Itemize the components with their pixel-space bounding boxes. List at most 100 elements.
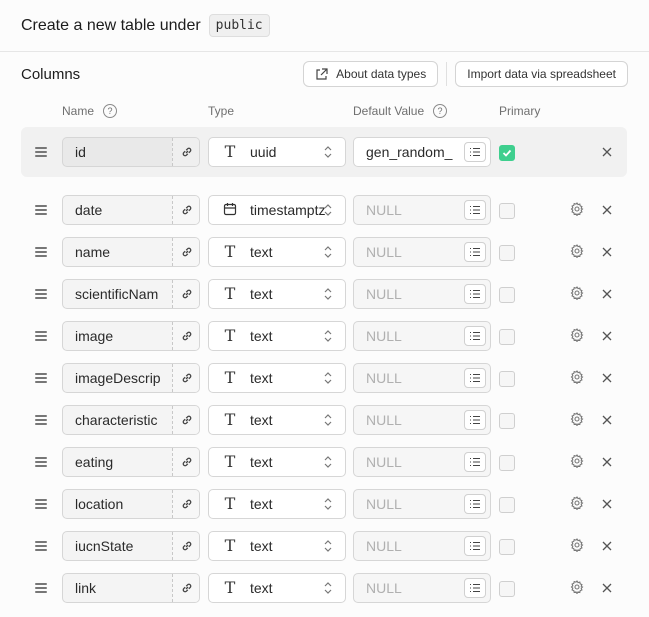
default-value-input[interactable]: NULL [366,238,454,266]
default-suggestions-list-icon[interactable] [464,284,486,304]
foreign-key-link-icon[interactable] [172,490,199,518]
column-type-select[interactable]: Ttext [208,489,346,519]
column-name-field[interactable]: date [62,195,200,225]
default-value-field[interactable]: NULL [353,195,491,225]
column-type-select[interactable]: Ttext [208,363,346,393]
default-value-field[interactable]: NULL [353,405,491,435]
default-help-icon[interactable]: ? [433,104,447,118]
drag-handle-icon[interactable] [35,147,47,157]
gear-icon[interactable] [570,286,584,301]
default-suggestions-list-icon[interactable] [464,242,486,262]
default-value-field[interactable]: NULL [353,237,491,267]
default-value-field[interactable]: NULL [353,447,491,477]
default-value-input[interactable]: gen_random_ [366,138,454,166]
gear-icon[interactable] [570,580,584,595]
default-value-input[interactable]: NULL [366,196,454,224]
default-suggestions-list-icon[interactable] [464,368,486,388]
default-value-input[interactable]: NULL [366,448,454,476]
column-type-select[interactable]: Ttext [208,573,346,603]
default-value-field[interactable]: NULL [353,489,491,519]
column-name-input[interactable]: name [63,238,172,266]
close-icon[interactable] [601,203,613,215]
drag-handle-icon[interactable] [35,373,47,383]
column-name-input[interactable]: scientificNam [63,280,172,308]
column-name-input[interactable]: date [63,196,172,224]
default-suggestions-list-icon[interactable] [464,578,486,598]
column-name-field[interactable]: imageDescrip [62,363,200,393]
column-type-select[interactable]: Ttext [208,405,346,435]
default-suggestions-list-icon[interactable] [464,326,486,346]
gear-icon[interactable] [570,412,584,427]
drag-handle-icon[interactable] [35,415,47,425]
primary-key-checkbox[interactable] [499,203,515,219]
default-value-field[interactable]: NULL [353,321,491,351]
close-icon[interactable] [601,245,613,257]
import-spreadsheet-button[interactable]: Import data via spreadsheet [455,61,628,87]
gear-icon[interactable] [570,454,584,469]
foreign-key-link-icon[interactable] [172,322,199,350]
close-icon[interactable] [601,497,613,509]
gear-icon[interactable] [570,328,584,343]
drag-handle-icon[interactable] [35,499,47,509]
gear-icon[interactable] [570,496,584,511]
default-value-field[interactable]: gen_random_ [353,137,491,167]
default-value-field[interactable]: NULL [353,363,491,393]
primary-key-checkbox[interactable] [499,539,515,555]
close-icon[interactable] [601,413,613,425]
default-suggestions-list-icon[interactable] [464,536,486,556]
foreign-key-link-icon[interactable] [172,364,199,392]
drag-handle-icon[interactable] [35,541,47,551]
column-name-input[interactable]: iucnState [63,532,172,560]
foreign-key-link-icon[interactable] [172,574,199,602]
column-name-input[interactable]: location [63,490,172,518]
column-name-input[interactable]: eating [63,448,172,476]
primary-key-checkbox[interactable] [499,371,515,387]
close-icon[interactable] [601,371,613,383]
foreign-key-link-icon[interactable] [172,238,199,266]
foreign-key-link-icon[interactable] [172,138,199,166]
column-name-input[interactable]: image [63,322,172,350]
column-type-select[interactable]: Ttext [208,447,346,477]
primary-key-checkbox[interactable] [499,145,515,161]
drag-handle-icon[interactable] [35,331,47,341]
name-help-icon[interactable]: ? [103,104,117,118]
primary-key-checkbox[interactable] [499,497,515,513]
column-name-field[interactable]: scientificNam [62,279,200,309]
column-name-field[interactable]: characteristic [62,405,200,435]
default-value-field[interactable]: NULL [353,531,491,561]
drag-handle-icon[interactable] [35,583,47,593]
column-type-select[interactable]: Ttext [208,531,346,561]
close-icon[interactable] [601,581,613,593]
column-name-field[interactable]: name [62,237,200,267]
default-value-input[interactable]: NULL [366,532,454,560]
close-icon[interactable] [601,455,613,467]
primary-key-checkbox[interactable] [499,455,515,471]
drag-handle-icon[interactable] [35,457,47,467]
column-name-input[interactable]: id [63,138,172,166]
close-icon[interactable] [601,539,613,551]
foreign-key-link-icon[interactable] [172,448,199,476]
primary-key-checkbox[interactable] [499,329,515,345]
default-value-input[interactable]: NULL [366,280,454,308]
column-type-select[interactable]: Ttext [208,279,346,309]
default-value-input[interactable]: NULL [366,364,454,392]
default-value-input[interactable]: NULL [366,574,454,602]
default-value-input[interactable]: NULL [366,322,454,350]
column-name-input[interactable]: link [63,574,172,602]
column-name-field[interactable]: eating [62,447,200,477]
primary-key-checkbox[interactable] [499,287,515,303]
default-value-input[interactable]: NULL [366,406,454,434]
default-suggestions-list-icon[interactable] [464,452,486,472]
column-name-input[interactable]: characteristic [63,406,172,434]
close-icon[interactable] [601,145,613,157]
gear-icon[interactable] [570,370,584,385]
default-value-input[interactable]: NULL [366,490,454,518]
column-name-field[interactable]: id [62,137,200,167]
close-icon[interactable] [601,329,613,341]
about-data-types-button[interactable]: About data types [303,61,439,87]
default-value-field[interactable]: NULL [353,279,491,309]
column-type-select[interactable]: Tuuid [208,137,346,167]
foreign-key-link-icon[interactable] [172,196,199,224]
close-icon[interactable] [601,287,613,299]
column-type-select[interactable]: Ttext [208,321,346,351]
